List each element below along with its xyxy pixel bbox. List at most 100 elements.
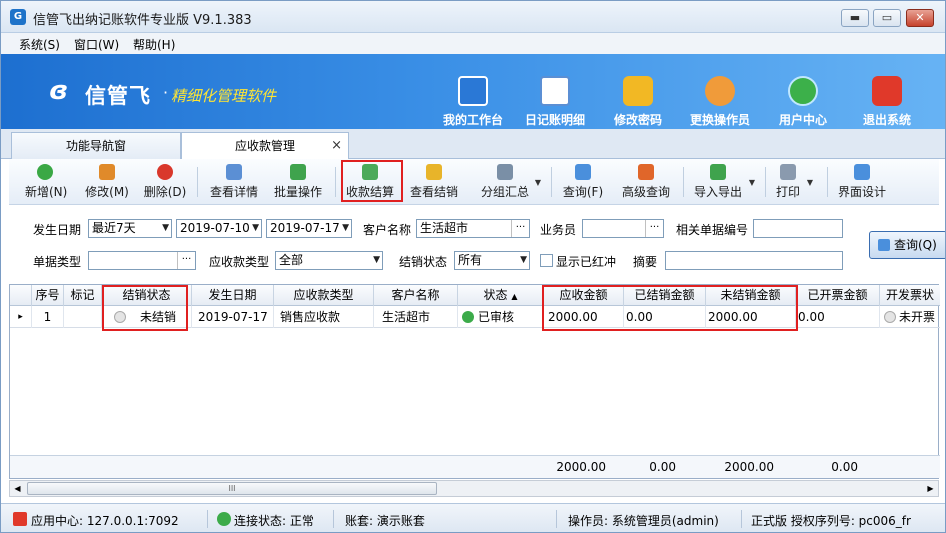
print-button[interactable]: 打印 ▼ xyxy=(773,162,813,202)
tab-function-nav[interactable]: 功能导航窗 xyxy=(11,132,181,159)
header-cell-status[interactable]: 状态 ▲ xyxy=(458,285,544,306)
cell-mark xyxy=(64,306,102,328)
date-from-picker[interactable]: 2019-07-10 ▼ xyxy=(176,219,262,238)
group-summary-button[interactable]: 分组汇总 ▼ xyxy=(479,162,541,202)
toolbar-separator xyxy=(827,167,828,197)
date-range-value: 最近7天 xyxy=(92,221,136,235)
toolbar-separator xyxy=(765,167,766,197)
horizontal-scrollbar[interactable]: ◀ III ▶ xyxy=(9,480,939,497)
menu-help[interactable]: 帮助(H) xyxy=(133,36,175,53)
search-icon xyxy=(878,239,890,251)
nav-user-center[interactable]: 用户中心 xyxy=(763,56,843,127)
header-cell[interactable]: 标记 xyxy=(64,285,102,306)
nav-workbench[interactable]: 我的工作台 xyxy=(433,56,513,127)
ref-field[interactable] xyxy=(753,219,843,238)
nav-change-password[interactable]: 修改密码 xyxy=(598,56,678,127)
import-export-button[interactable]: 导入导出 ▼ xyxy=(691,162,755,202)
delete-button[interactable]: 删除(D) xyxy=(143,162,187,202)
menu-window[interactable]: 窗口(W) xyxy=(74,36,119,53)
toolbar: 新增(N) 修改(M) 删除(D) 查看详情 批量操作 收款结算 查看结销 分组… xyxy=(9,159,939,205)
delete-icon xyxy=(157,164,173,180)
window-title: 信管飞出纳记账软件专业版 V9.1.383 xyxy=(33,13,252,28)
toolbar-label: 新增(N) xyxy=(25,185,68,199)
menu-system[interactable]: 系统(S) xyxy=(19,36,60,53)
salesman-field[interactable]: ··· xyxy=(582,219,664,238)
advanced-query-button[interactable]: 高级查询 xyxy=(619,162,673,202)
close-button[interactable]: ✕ xyxy=(906,9,934,27)
date-label: 发生日期 xyxy=(33,223,82,237)
tab-strip: 功能导航窗 应收款管理 × xyxy=(1,129,945,160)
status-account: 账套: 演示账套 xyxy=(345,514,425,528)
status-dot-icon xyxy=(884,311,896,323)
header-cell[interactable]: 已开票金额 xyxy=(796,285,880,306)
salesman-label: 业务员 xyxy=(540,223,577,237)
highlight-box xyxy=(341,160,403,202)
app-center-icon xyxy=(13,512,27,526)
status-operator: 操作员: 系统管理员(admin) xyxy=(568,514,719,528)
edit-button[interactable]: 修改(M) xyxy=(85,162,129,202)
nav-label: 我的工作台 xyxy=(442,113,503,127)
chevron-down-icon[interactable]: ▼ xyxy=(535,178,541,187)
query-button[interactable]: 查询(F) xyxy=(561,162,605,202)
chevron-down-icon: ▼ xyxy=(162,223,169,233)
view-settlement-button[interactable]: 查看结销 xyxy=(407,162,461,202)
header-cell[interactable]: 序号 xyxy=(32,285,64,306)
summary-label: 摘要 xyxy=(633,255,658,269)
header-cell[interactable]: 开发票状 xyxy=(880,285,940,306)
nav-exit[interactable]: 退出系统 xyxy=(847,56,927,127)
browse-button[interactable]: ··· xyxy=(511,220,529,237)
browse-button[interactable]: ··· xyxy=(645,220,663,237)
slogan-dot: · xyxy=(163,83,169,102)
browse-button[interactable]: ··· xyxy=(177,252,195,269)
doctype-field[interactable]: ··· xyxy=(88,251,196,270)
scroll-right-icon[interactable]: ▶ xyxy=(923,481,938,496)
search-icon xyxy=(575,164,591,180)
user-icon xyxy=(705,76,735,106)
advanced-search-icon xyxy=(638,164,654,180)
date-from-value: 2019-07-10 xyxy=(180,221,250,235)
rtype-select[interactable]: 全部 ▼ xyxy=(275,251,383,270)
tab-receivables[interactable]: 应收款管理 × xyxy=(181,132,349,160)
batch-operation-button[interactable]: 批量操作 xyxy=(271,162,325,202)
tab-label: 功能导航窗 xyxy=(65,139,126,153)
toolbar-label: 删除(D) xyxy=(143,185,187,199)
cell-state: 已审核 xyxy=(458,306,544,328)
batch-icon xyxy=(290,164,306,180)
date-range-select[interactable]: 最近7天 ▼ xyxy=(88,219,172,238)
tab-close-icon[interactable]: × xyxy=(331,133,342,159)
lock-icon xyxy=(623,76,653,106)
status-license: 正式版 授权序列号: pc006_fr xyxy=(751,514,911,528)
brand-logo-icon: ɞ xyxy=(49,76,69,106)
view-details-button[interactable]: 查看详情 xyxy=(207,162,261,202)
nav-journal[interactable]: 日记账明细 xyxy=(515,56,595,127)
header-label: 状态 xyxy=(483,288,508,302)
add-button[interactable]: 新增(N) xyxy=(25,162,68,202)
summary-field[interactable] xyxy=(665,251,843,270)
toolbar-label: 分组汇总 xyxy=(480,185,529,199)
nav-label: 更换操作员 xyxy=(689,113,750,127)
title-bar: G 信管飞出纳记账软件专业版 V9.1.383 ▬ ▭ ✕ xyxy=(1,1,945,33)
status-select[interactable]: 所有 ▼ xyxy=(454,251,530,270)
power-icon xyxy=(872,76,902,106)
toolbar-label: 打印 xyxy=(775,185,800,199)
interface-design-button[interactable]: 界面设计 xyxy=(835,162,889,202)
menu-bar: 系统(S) 窗口(W) 帮助(H) xyxy=(1,33,945,54)
ref-label: 相关单据编号 xyxy=(676,223,749,237)
query-submit-button[interactable]: 查询(Q) xyxy=(869,231,945,259)
header-cell[interactable]: 客户名称 xyxy=(374,285,458,306)
import-export-icon xyxy=(710,164,726,180)
show-red-checkbox[interactable] xyxy=(540,254,553,267)
nav-switch-operator[interactable]: 更换操作员 xyxy=(680,56,760,127)
header-cell[interactable]: 应收款类型 xyxy=(274,285,374,306)
header-cell[interactable]: 发生日期 xyxy=(192,285,274,306)
chevron-down-icon[interactable]: ▼ xyxy=(749,178,755,187)
scroll-thumb[interactable]: III xyxy=(27,482,437,495)
chevron-down-icon[interactable]: ▼ xyxy=(807,178,813,187)
minimize-button[interactable]: ▬ xyxy=(841,9,869,27)
sort-asc-icon: ▲ xyxy=(511,292,518,301)
customer-field[interactable]: 生活超市 ··· xyxy=(416,219,530,238)
date-to-picker[interactable]: 2019-07-17 ▼ xyxy=(266,219,352,238)
cell-type: 销售应收款 xyxy=(274,306,374,328)
maximize-button[interactable]: ▭ xyxy=(873,9,901,27)
scroll-left-icon[interactable]: ◀ xyxy=(10,481,25,496)
